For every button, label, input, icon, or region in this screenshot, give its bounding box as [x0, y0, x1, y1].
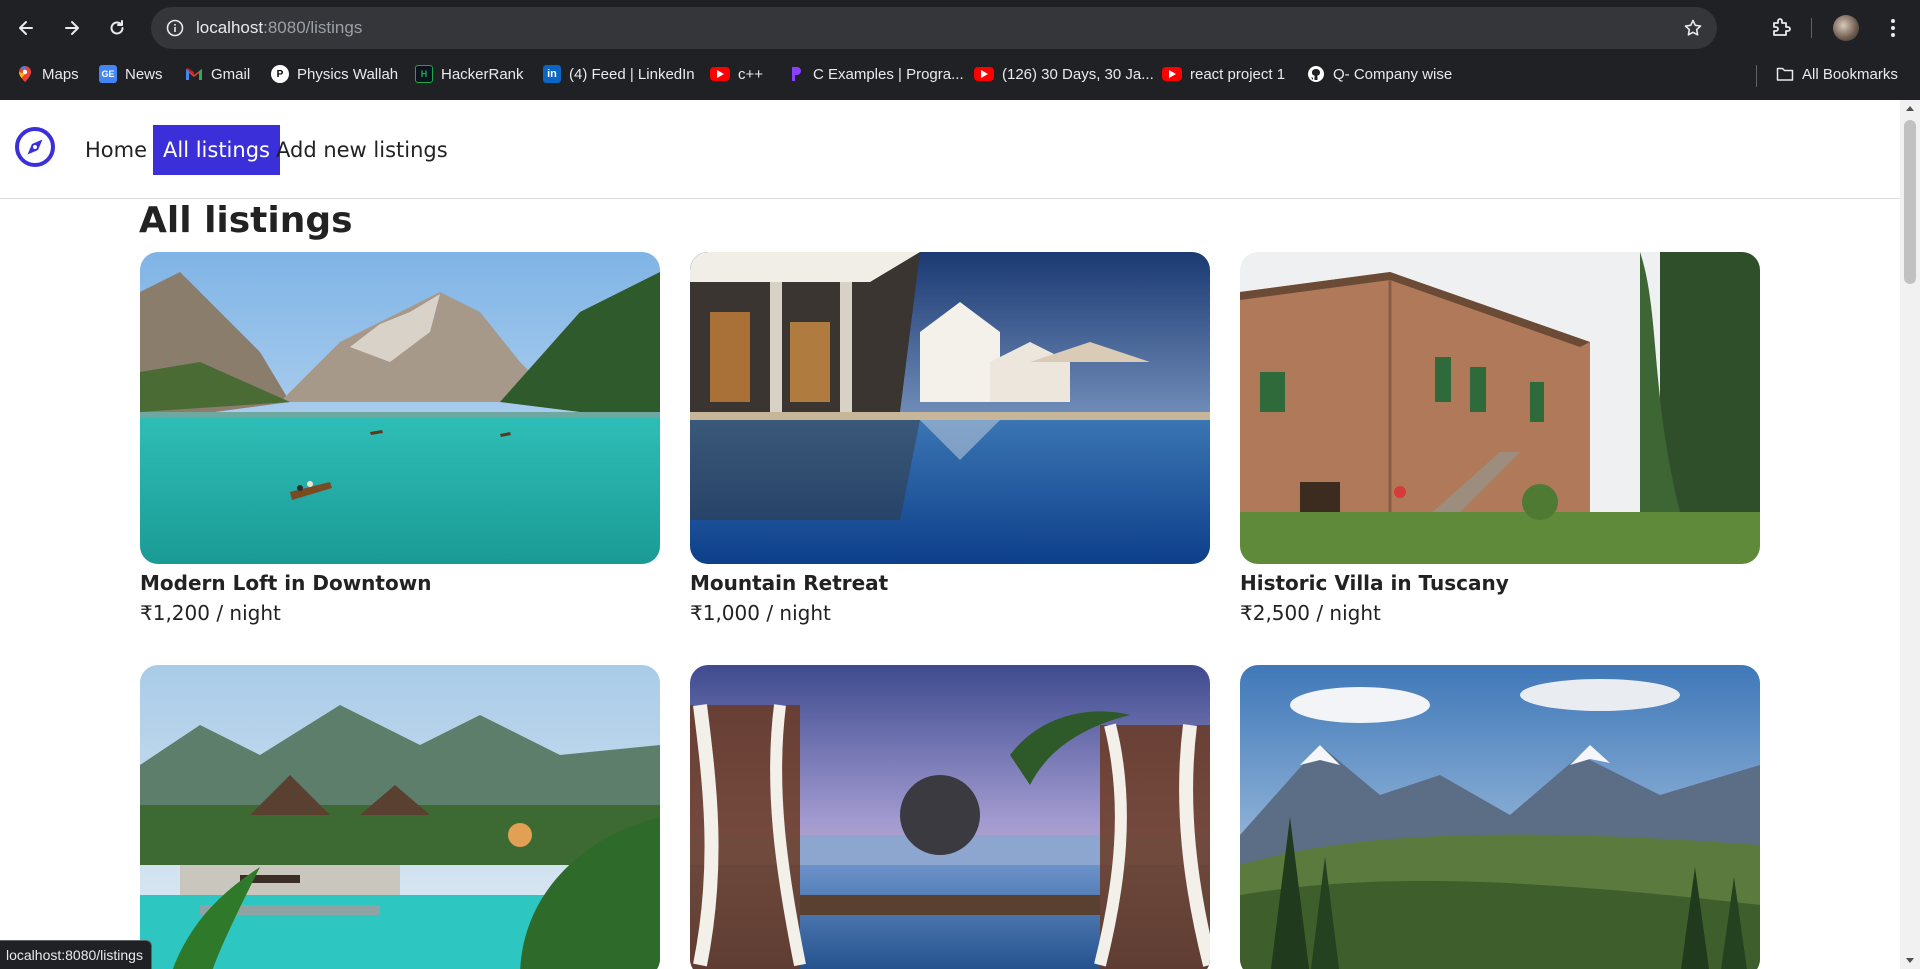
url-host: localhost [196, 18, 264, 37]
bookmark-star-icon[interactable] [1681, 16, 1705, 40]
folder-icon [1776, 65, 1794, 83]
bookmark-label: Gmail [211, 65, 251, 83]
listing-image[interactable] [1240, 252, 1760, 564]
more-menu-icon[interactable] [1883, 14, 1903, 42]
listing-image[interactable] [690, 252, 1210, 564]
address-bar[interactable]: localhost:8080/listings [151, 7, 1717, 49]
bookmark-company-wise[interactable]: Q- Company wise [1307, 56, 1452, 92]
linkedin-icon: in [543, 65, 561, 83]
nav-add-new-listings[interactable]: Add new listings [266, 125, 458, 175]
back-icon[interactable] [10, 12, 42, 44]
bookmark-label: (126) 30 Days, 30 Ja... [1002, 65, 1154, 83]
bookmark-physics-wallah[interactable]: P Physics Wallah [271, 56, 398, 92]
youtube-icon [974, 67, 994, 81]
reload-icon[interactable] [101, 12, 133, 44]
youtube-icon [710, 67, 730, 81]
bookmark-label: c++ [738, 65, 764, 83]
hackerrank-icon: H [415, 65, 433, 83]
compass-icon[interactable] [14, 126, 56, 168]
profile-avatar[interactable] [1833, 15, 1859, 41]
browser-toolbar: localhost:8080/listings [0, 0, 1920, 56]
listing-card[interactable]: Historic Villa in Tuscany ₹2,500 / night [1240, 252, 1760, 628]
bookmark-linkedin[interactable]: in (4) Feed | LinkedIn [543, 56, 695, 92]
bookmark-hackerrank[interactable]: H HackerRank [415, 56, 524, 92]
listing-price: ₹2,500 / night [1240, 601, 1381, 625]
listing-card[interactable] [1240, 665, 1760, 969]
listing-image[interactable] [140, 252, 660, 564]
link-status-bubble: localhost:8080/listings [0, 940, 152, 969]
toolbar-divider [1811, 18, 1812, 38]
all-bookmarks-button[interactable]: All Bookmarks [1776, 56, 1898, 92]
bookmark-label: Physics Wallah [297, 65, 399, 83]
bookmark-cpp[interactable]: c++ [710, 56, 763, 92]
listing-title[interactable]: Modern Loft in Downtown [140, 568, 660, 598]
bookmark-c-examples[interactable]: C Examples | Progra... [787, 56, 964, 92]
nav-home[interactable]: Home [75, 125, 157, 175]
bookmark-news[interactable]: GE News [99, 56, 163, 92]
extensions-icon[interactable] [1767, 14, 1795, 42]
url-path: :8080/listings [263, 18, 363, 37]
bookmark-maps[interactable]: Maps [16, 56, 79, 92]
url-text[interactable]: localhost:8080/listings [196, 7, 362, 49]
bookmark-react-project[interactable]: react project 1 [1162, 56, 1285, 92]
gmail-icon [185, 65, 203, 83]
bookmark-label: Maps [42, 65, 79, 83]
page-title: All listings [139, 200, 353, 241]
github-icon [1307, 65, 1325, 83]
bookmark-gmail[interactable]: Gmail [185, 56, 250, 92]
nav-all-listings[interactable]: All listings [153, 125, 280, 175]
listing-card[interactable] [140, 665, 660, 969]
listing-card[interactable]: Modern Loft in Downtown ₹1,200 / night [140, 252, 660, 628]
news-icon: GE [99, 65, 117, 83]
listing-title[interactable]: Historic Villa in Tuscany [1240, 568, 1760, 598]
bookmarks-bar: Maps GE News Gmail P Physics Wallah H Ha… [0, 56, 1920, 100]
all-bookmarks-label: All Bookmarks [1802, 65, 1898, 83]
programiz-icon [787, 65, 805, 83]
bookmark-label: C Examples | Progra... [813, 65, 964, 83]
bookmark-label: Q- Company wise [1333, 65, 1453, 83]
listing-image[interactable] [690, 665, 1210, 969]
scroll-down-arrow-icon[interactable] [1906, 958, 1914, 963]
site-navbar: Home All listings Add new listings [0, 100, 1900, 199]
listing-card[interactable] [690, 665, 1210, 969]
scroll-up-arrow-icon[interactable] [1906, 106, 1914, 111]
listing-card[interactable]: Mountain Retreat ₹1,000 / night [690, 252, 1210, 628]
forward-icon[interactable] [56, 12, 88, 44]
listing-title[interactable]: Mountain Retreat [690, 568, 1210, 598]
bookmark-label: News [125, 65, 163, 83]
scroll-thumb[interactable] [1904, 120, 1916, 284]
bookmark-label: react project 1 [1190, 65, 1286, 83]
site-info-icon[interactable] [163, 16, 187, 40]
listing-image[interactable] [140, 665, 660, 969]
bookmark-label: HackerRank [441, 65, 524, 83]
page-viewport: Home All listings Add new listings All l… [0, 100, 1900, 969]
page-scrollbar[interactable] [1900, 100, 1920, 969]
youtube-icon [1162, 67, 1182, 81]
maps-icon [16, 65, 34, 83]
bookmarks-divider [1756, 65, 1757, 87]
listing-image[interactable] [1240, 665, 1760, 969]
listing-price: ₹1,000 / night [690, 601, 831, 625]
bookmark-30-days[interactable]: (126) 30 Days, 30 Ja... [974, 56, 1154, 92]
bookmark-label: (4) Feed | LinkedIn [569, 65, 695, 83]
physics-wallah-icon: P [271, 65, 289, 83]
listing-price: ₹1,200 / night [140, 601, 281, 625]
